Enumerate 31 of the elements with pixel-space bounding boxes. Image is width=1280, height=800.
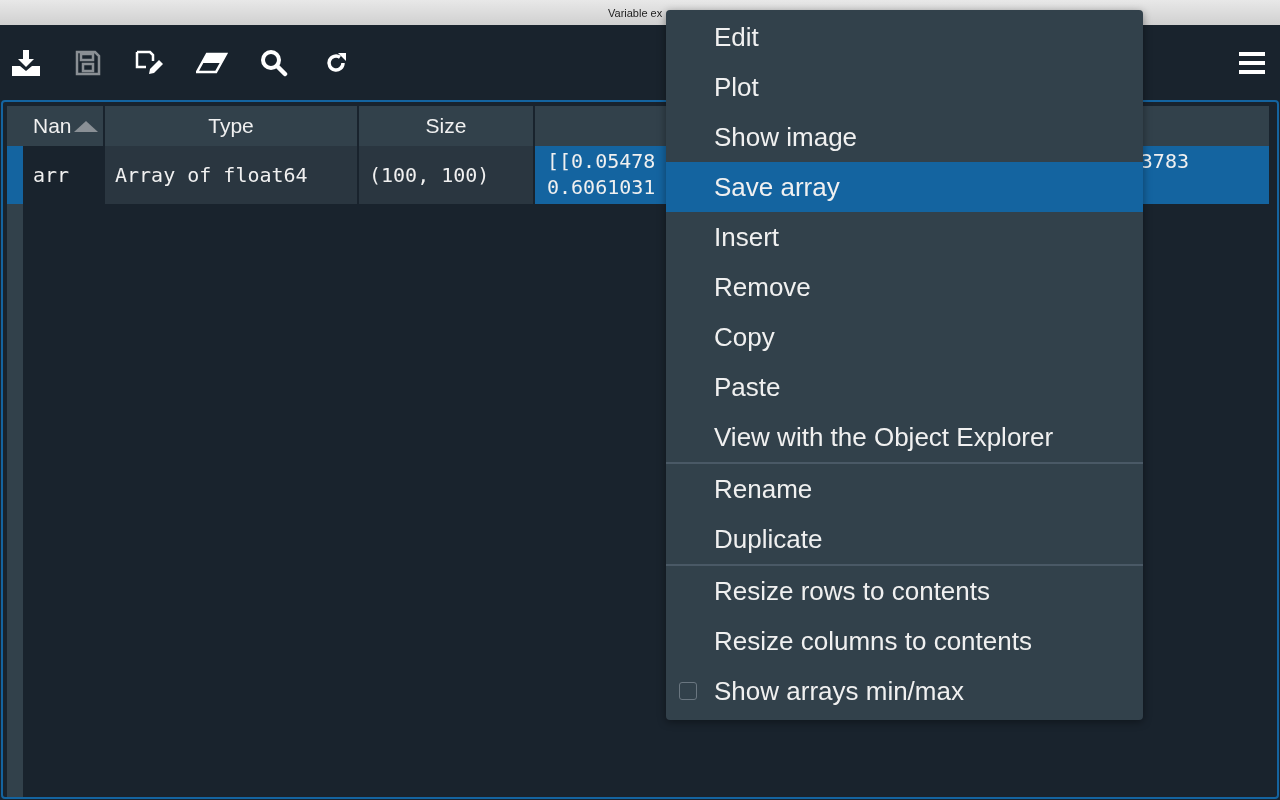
value-text: 0.6061031	[547, 174, 656, 200]
menu-item[interactable]: Resize rows to contents	[666, 566, 1143, 616]
checkbox[interactable]	[679, 682, 697, 700]
search-icon	[260, 48, 288, 77]
menu-item[interactable]: Resize columns to contents	[666, 616, 1143, 666]
column-header[interactable]: Type	[105, 106, 359, 146]
floppy-pencil-icon	[135, 49, 165, 76]
window-title: Variable ex	[608, 6, 663, 19]
menu-item[interactable]: Copy	[666, 312, 1143, 362]
table-cell: (100, 100)	[359, 146, 535, 204]
menu-item[interactable]: Plot	[666, 62, 1143, 112]
menu-item[interactable]: Paste	[666, 362, 1143, 412]
menu-item[interactable]: Show image	[666, 112, 1143, 162]
menu-item[interactable]: View with the Object Explorer	[666, 412, 1143, 462]
menu-item[interactable]: Insert	[666, 212, 1143, 262]
eraser-icon	[196, 51, 228, 74]
menu-item[interactable]: Rename	[666, 464, 1143, 514]
menu-item[interactable]: Duplicate	[666, 514, 1143, 564]
menu-item[interactable]: Show arrays min/max	[666, 666, 1143, 716]
column-header[interactable]: Size	[359, 106, 535, 146]
column-header[interactable]: Nan	[23, 106, 105, 146]
menu-item[interactable]: Edit	[666, 12, 1143, 62]
download-icon	[12, 49, 40, 76]
row-selection-marker[interactable]	[7, 146, 23, 204]
menu-item[interactable]: Remove	[666, 262, 1143, 312]
refresh-icon	[324, 50, 348, 75]
menu-icon	[1239, 51, 1265, 74]
table-cell: Array of float64	[105, 146, 359, 204]
value-text: [[0.05478	[547, 148, 656, 174]
menu-item[interactable]: Save array	[666, 162, 1143, 212]
value-text: 3783	[1140, 148, 1189, 174]
